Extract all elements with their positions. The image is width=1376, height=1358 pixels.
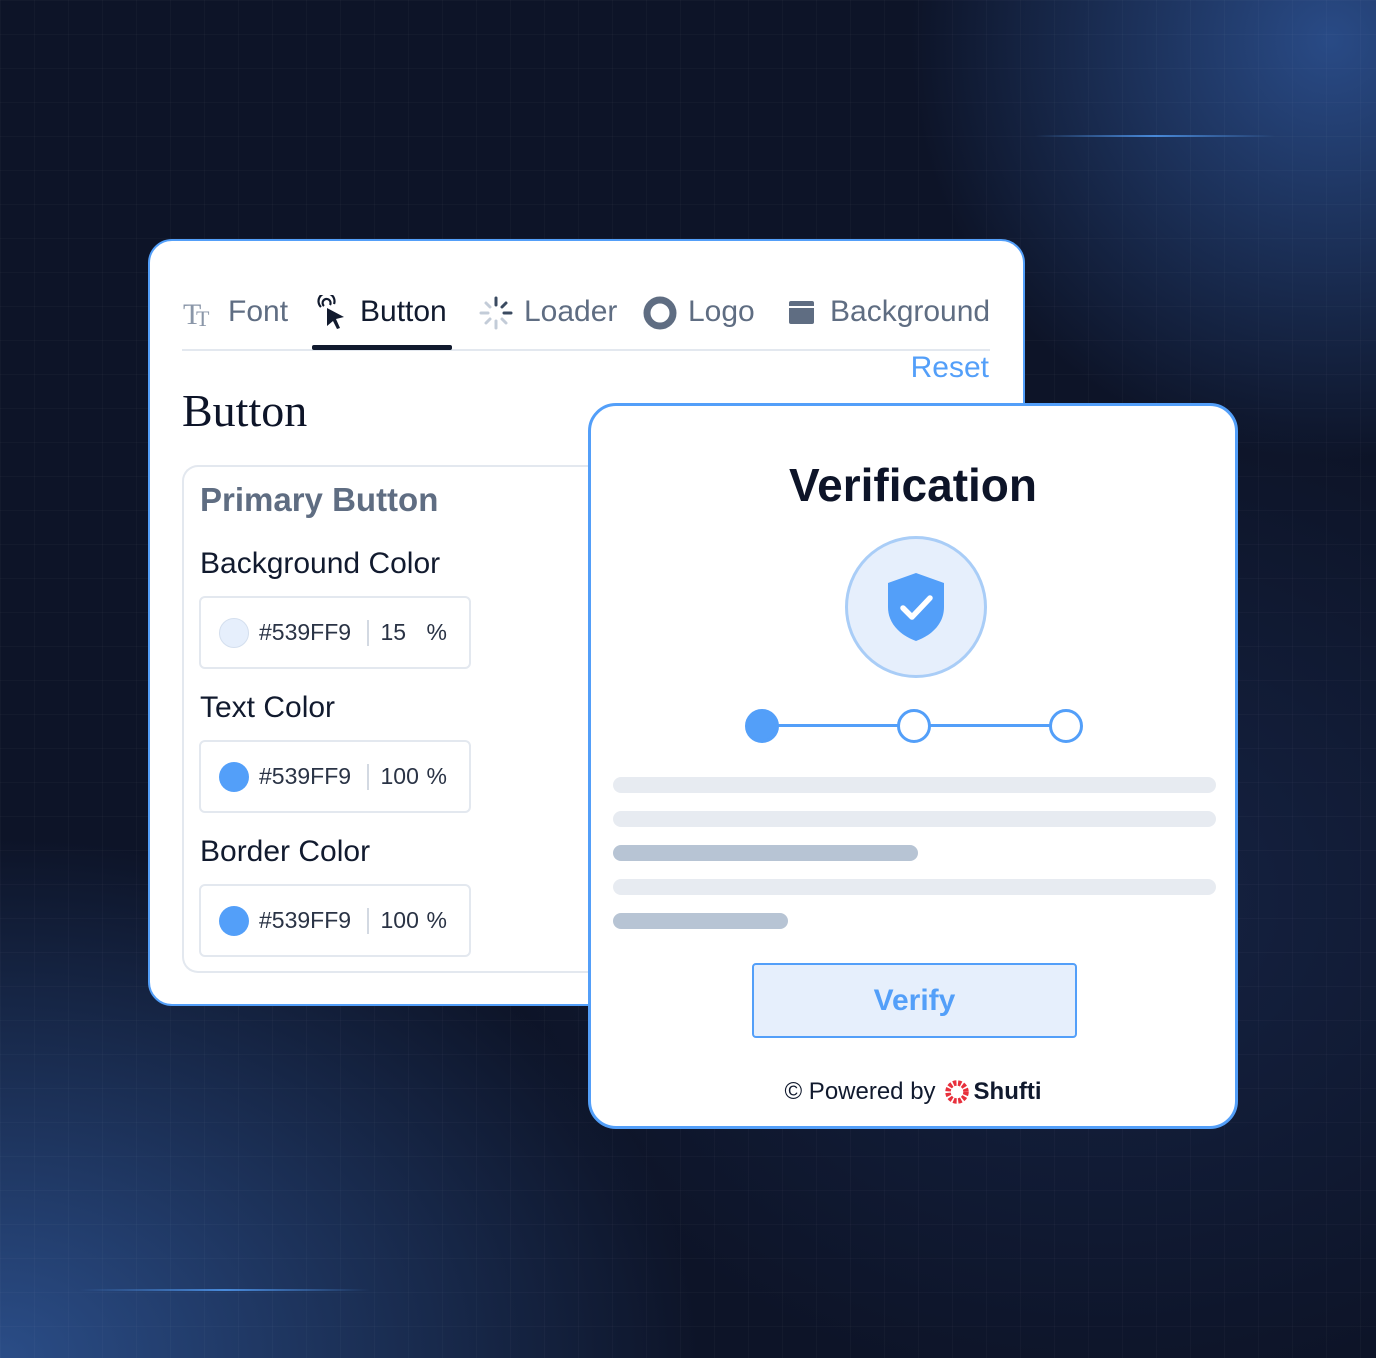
opacity-value[interactable]: 100 <box>381 763 421 790</box>
placeholder-line <box>613 913 788 929</box>
step-1-dot <box>745 709 779 743</box>
shield-check-icon <box>888 573 944 641</box>
shufti-logo-icon <box>944 1080 969 1104</box>
logo-icon <box>642 295 678 331</box>
decorative-line-bottom <box>80 1289 370 1291</box>
text-color-field[interactable]: #539FF9 100 % <box>199 740 471 813</box>
tab-background[interactable]: Background <box>784 291 990 351</box>
opacity-value[interactable]: 15 <box>381 619 421 646</box>
settings-tabs: TT Font Button Loader Logo Background <box>182 291 990 351</box>
color-swatch[interactable] <box>219 617 249 648</box>
verify-button[interactable]: Verify <box>752 963 1077 1038</box>
brand-name: Shufti <box>973 1078 1042 1105</box>
tab-font-label: Font <box>228 295 289 328</box>
powered-by-text: © Powered by <box>784 1078 936 1105</box>
text-color-label: Text Color <box>200 691 336 724</box>
progress-stepper <box>745 706 1085 746</box>
tab-logo[interactable]: Logo <box>642 291 755 351</box>
powered-by-footer: © Powered by Shufti <box>591 1078 1235 1106</box>
color-swatch[interactable] <box>219 761 249 792</box>
pointer-icon <box>314 295 350 331</box>
background-color-label: Background Color <box>200 547 441 580</box>
tab-button[interactable]: Button <box>314 291 447 351</box>
placeholder-line <box>613 811 1216 827</box>
primary-button-title: Primary Button <box>200 481 439 518</box>
tab-loader[interactable]: Loader <box>478 291 617 351</box>
shufti-brand: Shufti <box>944 1078 1042 1106</box>
color-swatch[interactable] <box>219 905 249 936</box>
tab-logo-label: Logo <box>688 295 755 328</box>
step-2-dot <box>897 709 931 743</box>
tab-button-label: Button <box>360 295 447 328</box>
opacity-value[interactable]: 100 <box>381 907 421 934</box>
hex-value[interactable]: #539FF9 <box>259 619 359 646</box>
section-title: Button <box>182 385 308 436</box>
background-color-field[interactable]: #539FF9 15 % <box>199 596 471 669</box>
background-icon <box>784 295 820 331</box>
svg-text:T: T <box>196 306 210 331</box>
opacity-unit: % <box>426 619 447 645</box>
step-connector <box>775 724 899 727</box>
placeholder-line <box>613 845 918 861</box>
placeholder-line <box>613 879 1216 895</box>
field-divider <box>367 619 369 646</box>
tab-background-label: Background <box>830 295 991 328</box>
verification-preview-card: Verification Verify © Powered by Shufti <box>588 403 1238 1129</box>
field-divider <box>367 907 369 934</box>
step-connector <box>925 724 1053 727</box>
opacity-unit: % <box>426 907 447 933</box>
active-tab-indicator <box>312 345 452 350</box>
decorative-line-top <box>1035 135 1275 137</box>
opacity-unit: % <box>426 763 447 789</box>
step-3-dot <box>1049 709 1083 743</box>
font-icon: TT <box>182 295 218 331</box>
tab-font[interactable]: TT Font <box>182 291 288 351</box>
tab-loader-label: Loader <box>524 295 618 328</box>
border-color-label: Border Color <box>200 835 371 868</box>
primary-button-settings: Primary Button Background Color #539FF9 … <box>182 465 612 973</box>
reset-button[interactable]: Reset <box>911 351 989 385</box>
verification-title: Verification <box>789 459 1037 511</box>
shield-badge <box>845 536 987 678</box>
loader-icon <box>478 295 514 331</box>
hex-value[interactable]: #539FF9 <box>259 907 359 934</box>
border-color-field[interactable]: #539FF9 100 % <box>199 884 471 957</box>
placeholder-line <box>613 777 1216 793</box>
field-divider <box>367 763 369 790</box>
hex-value[interactable]: #539FF9 <box>259 763 359 790</box>
